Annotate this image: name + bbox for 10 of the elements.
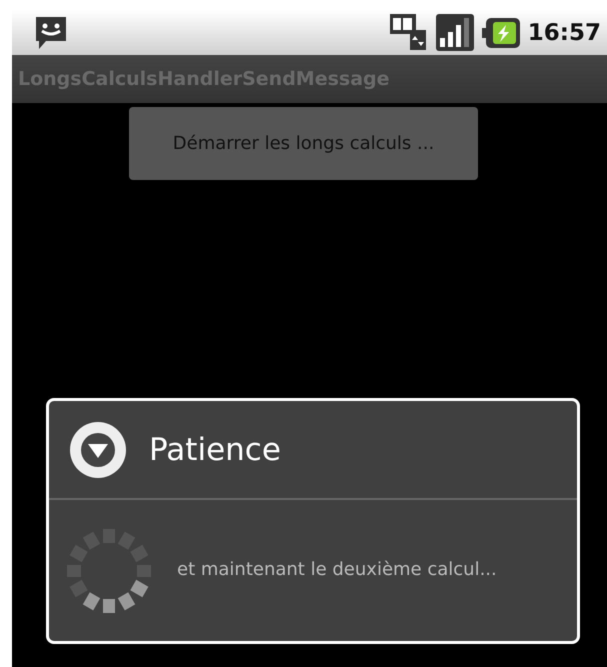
message-icon xyxy=(34,14,68,50)
dialog-message: et maintenant le deuxième calcul... xyxy=(177,558,498,582)
battery-charging-icon xyxy=(482,18,520,48)
alert-icon xyxy=(69,420,127,478)
dialog-title: Patience xyxy=(149,432,281,468)
start-button[interactable]: Démarrer les longs calculs ... xyxy=(129,107,478,180)
signal-icon xyxy=(436,14,474,51)
clock: 16:57 xyxy=(528,20,601,46)
spinner-icon xyxy=(65,526,153,614)
network-3g-icon xyxy=(390,14,428,52)
